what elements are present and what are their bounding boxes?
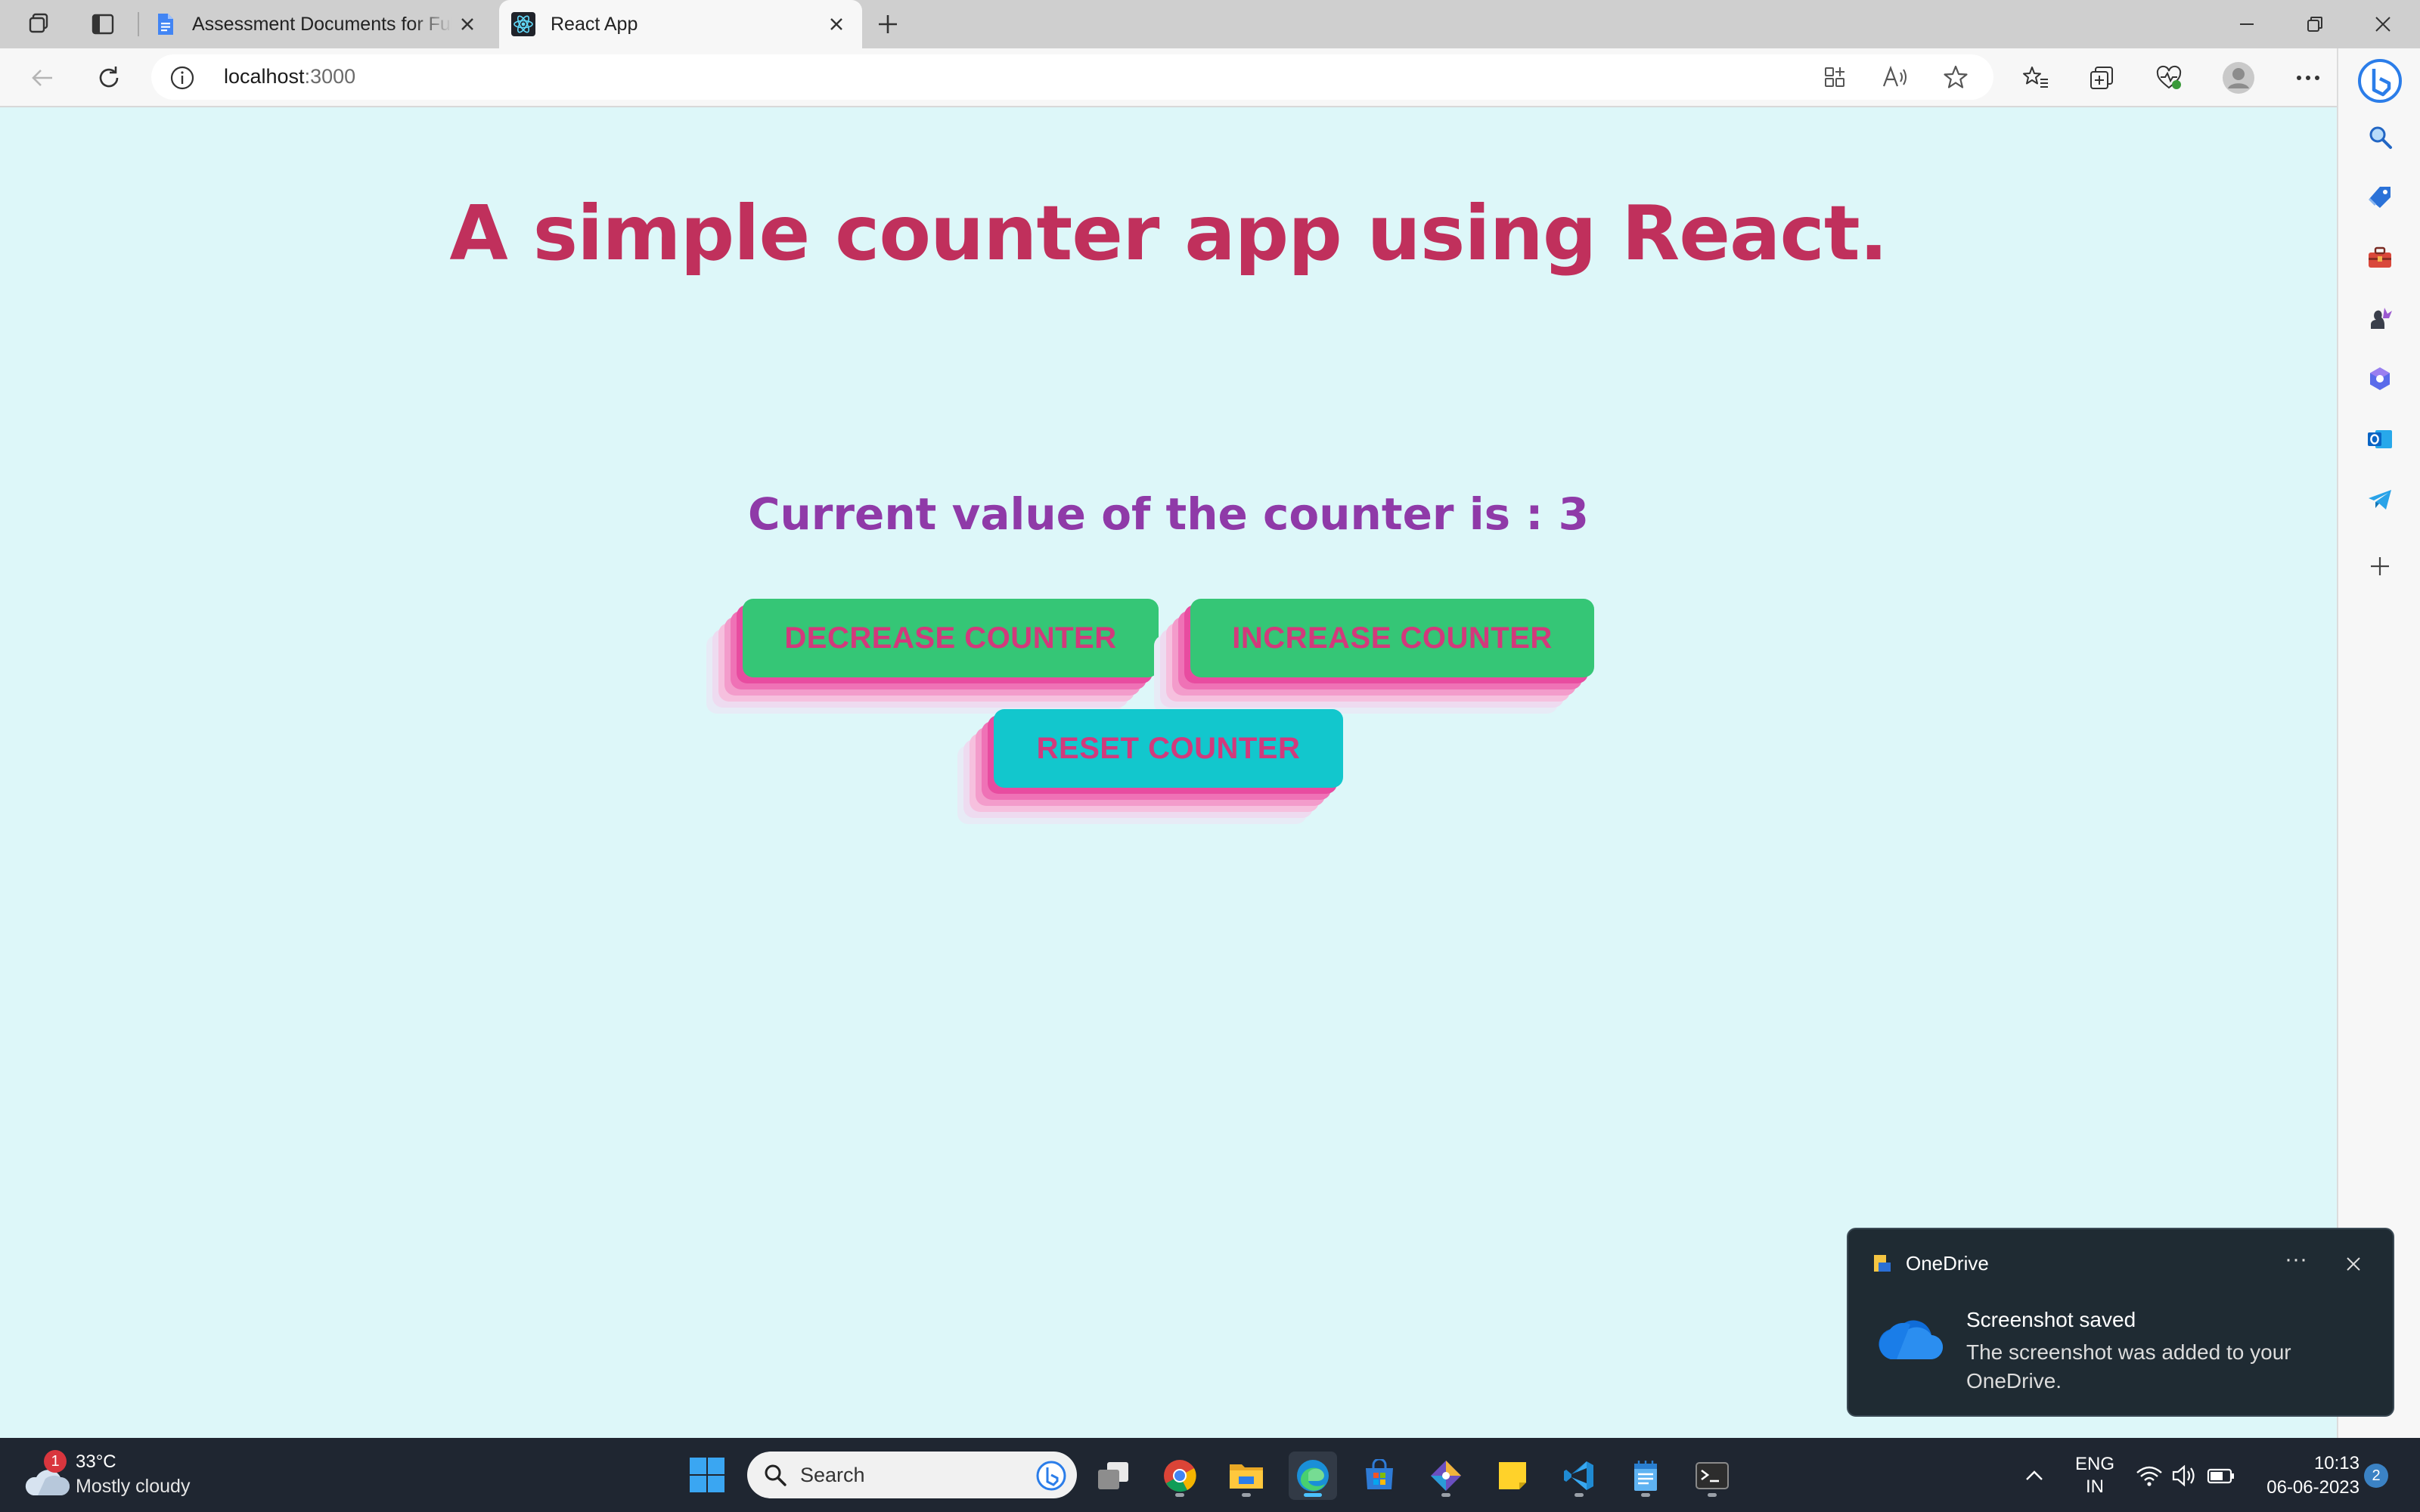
counter-value-text: Current value of the counter is : 3 bbox=[747, 488, 1590, 540]
onedrive-app-icon bbox=[1874, 1255, 1891, 1272]
onedrive-notification-toast[interactable]: OneDrive ··· Screenshot saved The screen… bbox=[1847, 1228, 2394, 1417]
vertical-tabs-icon[interactable] bbox=[85, 8, 121, 41]
system-tray[interactable] bbox=[2134, 1461, 2240, 1491]
taskbar-search-box[interactable]: Search bbox=[747, 1452, 1077, 1498]
wifi-icon bbox=[2136, 1466, 2162, 1486]
tab-title: Assessment Documents for Full S bbox=[192, 13, 452, 35]
edge-browser-icon[interactable] bbox=[1289, 1452, 1337, 1500]
favorites-icon[interactable] bbox=[2016, 60, 2055, 96]
restore-icon[interactable] bbox=[2281, 0, 2349, 48]
close-tab-icon[interactable] bbox=[821, 9, 852, 39]
shopping-tag-icon[interactable] bbox=[2361, 178, 2399, 216]
notification-center-badge[interactable]: 2 bbox=[2364, 1464, 2388, 1488]
search-icon[interactable] bbox=[2361, 118, 2399, 156]
clock-time: 10:13 bbox=[2313, 1453, 2360, 1473]
page-title: A simple counter app using React. bbox=[449, 189, 1888, 277]
taskbar-app-indicator bbox=[1441, 1493, 1450, 1497]
bing-copilot-icon[interactable] bbox=[2356, 57, 2403, 104]
weather-widget[interactable]: 1 33°C Mostly cloudy bbox=[23, 1450, 234, 1503]
url-host: localhost bbox=[224, 65, 305, 88]
chevron-up-icon[interactable] bbox=[2019, 1461, 2049, 1491]
taskbar-app-indicator bbox=[1242, 1493, 1251, 1497]
outlook-icon[interactable] bbox=[2361, 420, 2399, 458]
windows-taskbar: 1 33°C Mostly cloudy Search ENG IN 10:13… bbox=[0, 1438, 2420, 1512]
task-view-icon[interactable] bbox=[1089, 1452, 1137, 1500]
terminal-icon[interactable] bbox=[1688, 1452, 1736, 1500]
site-info-icon[interactable] bbox=[169, 65, 195, 91]
refresh-icon[interactable] bbox=[89, 60, 129, 96]
reset-counter-button[interactable]: RESET COUNTER bbox=[994, 709, 1343, 788]
battery-icon bbox=[2207, 1468, 2234, 1484]
close-window-icon[interactable] bbox=[2349, 0, 2417, 48]
browser-toolbar: localhost:3000 bbox=[0, 48, 2420, 107]
close-tab-icon[interactable] bbox=[452, 9, 482, 39]
windows-start-icon[interactable] bbox=[688, 1456, 726, 1494]
toast-more-icon[interactable]: ··· bbox=[2279, 1248, 2313, 1276]
browser-tab-strip: Assessment Documents for Full S React Ap… bbox=[0, 0, 2420, 48]
clock-date: 06-06-2023 bbox=[2266, 1477, 2360, 1498]
sticky-notes-icon[interactable] bbox=[1488, 1452, 1537, 1500]
app-available-icon[interactable] bbox=[1818, 62, 1851, 92]
weather-temperature: 33°C bbox=[76, 1452, 116, 1472]
toast-body: The screenshot was added to your OneDriv… bbox=[1966, 1340, 2291, 1393]
chrome-icon[interactable] bbox=[1156, 1452, 1204, 1500]
google-docs-icon bbox=[158, 14, 173, 35]
taskbar-app-indicator bbox=[1708, 1493, 1717, 1497]
taskbar-app-indicator bbox=[1175, 1493, 1184, 1497]
weather-alert-badge: 1 bbox=[44, 1450, 67, 1473]
toolbox-icon[interactable] bbox=[2361, 239, 2399, 277]
increase-counter-button[interactable]: INCREASE COUNTER bbox=[1190, 599, 1594, 677]
react-logo-icon bbox=[511, 12, 535, 36]
file-explorer-icon[interactable] bbox=[1222, 1452, 1270, 1500]
favorite-star-icon[interactable] bbox=[1939, 62, 1972, 92]
games-icon[interactable] bbox=[2361, 299, 2399, 337]
url-port: :3000 bbox=[304, 65, 356, 88]
toast-close-icon[interactable] bbox=[2338, 1249, 2369, 1279]
profile-avatar[interactable] bbox=[2219, 60, 2258, 96]
language-code: ENG bbox=[2074, 1454, 2114, 1474]
decrease-counter-button[interactable]: DECREASE COUNTER bbox=[743, 599, 1159, 677]
toast-title: Screenshot saved bbox=[1966, 1308, 2136, 1331]
notepad-icon[interactable] bbox=[1621, 1452, 1670, 1500]
clock[interactable]: 10:13 06-06-2023 bbox=[2254, 1452, 2360, 1500]
telegram-icon[interactable] bbox=[2361, 481, 2399, 519]
git-extension-icon[interactable] bbox=[1422, 1452, 1470, 1500]
back-arrow-icon[interactable] bbox=[23, 60, 62, 96]
vscode-icon[interactable] bbox=[1555, 1452, 1603, 1500]
workspaces-icon[interactable] bbox=[21, 8, 57, 41]
new-tab-icon[interactable] bbox=[870, 8, 906, 41]
weather-description: Mostly cloudy bbox=[76, 1476, 191, 1497]
taskbar-app-indicator bbox=[1641, 1493, 1650, 1497]
toast-app-name: OneDrive bbox=[1906, 1252, 1989, 1275]
microsoft-store-icon[interactable] bbox=[1355, 1452, 1404, 1500]
taskbar-app-indicator bbox=[1575, 1493, 1584, 1497]
language-indicator[interactable]: ENG IN bbox=[2072, 1453, 2118, 1498]
tab-title: React App bbox=[551, 13, 638, 35]
copilot-icon[interactable] bbox=[2361, 360, 2399, 398]
onedrive-cloud-icon bbox=[1879, 1320, 1944, 1360]
bing-icon bbox=[1036, 1461, 1066, 1491]
browser-essentials-icon[interactable] bbox=[2149, 60, 2189, 96]
minimize-icon[interactable] bbox=[2213, 0, 2281, 48]
url-text: localhost:3000 bbox=[224, 65, 355, 88]
address-bar[interactable]: localhost:3000 bbox=[151, 54, 1993, 100]
collections-icon[interactable] bbox=[2083, 60, 2122, 96]
taskbar-app-indicator bbox=[1304, 1493, 1322, 1497]
tab-assessment-documents[interactable]: Assessment Documents for Full S bbox=[141, 0, 493, 48]
search-placeholder: Search bbox=[800, 1464, 865, 1486]
more-options-icon[interactable] bbox=[2288, 60, 2328, 96]
volume-icon bbox=[2172, 1464, 2195, 1487]
region-code: IN bbox=[2086, 1476, 2104, 1497]
add-icon[interactable] bbox=[2361, 547, 2399, 585]
tab-separator bbox=[138, 12, 139, 36]
read-aloud-icon[interactable] bbox=[1879, 62, 1912, 92]
tab-react-app[interactable]: React App bbox=[499, 0, 862, 48]
search-icon bbox=[765, 1464, 786, 1486]
